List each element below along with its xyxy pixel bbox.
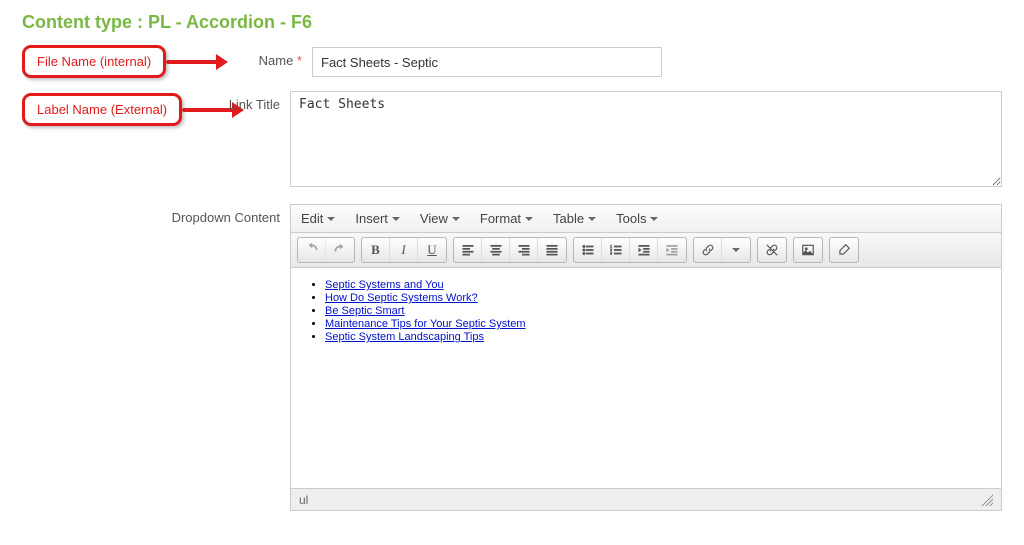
link-title-label: Link Title: [22, 91, 290, 112]
outdent-button[interactable]: [630, 238, 658, 262]
content-link[interactable]: Maintenance Tips for Your Septic System: [325, 318, 526, 330]
name-row: File Name (internal) Name *: [22, 47, 1002, 77]
caret-down-icon: [588, 217, 596, 221]
align-center-button[interactable]: [482, 238, 510, 262]
underline-button[interactable]: U: [418, 238, 446, 262]
content-link[interactable]: Septic Systems and You: [325, 279, 444, 291]
svg-text:3: 3: [610, 252, 612, 256]
redo-button[interactable]: [326, 238, 354, 262]
list-item: Septic Systems and You: [325, 279, 987, 291]
list-item: Septic System Landscaping Tips: [325, 331, 987, 343]
erase-format-button[interactable]: [830, 238, 858, 262]
align-right-button[interactable]: [510, 238, 538, 262]
menu-tools[interactable]: Tools: [616, 211, 658, 226]
content-link[interactable]: Septic System Landscaping Tips: [325, 331, 484, 343]
editor-content-area[interactable]: Septic Systems and You How Do Septic Sys…: [291, 268, 1001, 488]
list-item: How Do Septic Systems Work?: [325, 292, 987, 304]
name-input[interactable]: [312, 47, 662, 77]
menu-view[interactable]: View: [420, 211, 460, 226]
name-label: Name *: [22, 47, 312, 68]
required-marker: *: [297, 53, 302, 68]
link-title-textarea[interactable]: Fact Sheets: [290, 91, 1002, 187]
align-left-button[interactable]: [454, 238, 482, 262]
editor-toolbar: B I U 123: [291, 233, 1001, 268]
caret-down-icon: [327, 217, 335, 221]
link-button[interactable]: [694, 238, 722, 262]
content-link[interactable]: How Do Septic Systems Work?: [325, 292, 478, 304]
caret-down-icon: [650, 217, 658, 221]
menu-insert[interactable]: Insert: [355, 211, 400, 226]
editor-menubar: Edit Insert View Format Table Tools: [291, 205, 1001, 233]
italic-button[interactable]: I: [390, 238, 418, 262]
dropdown-content-row: Dropdown Content Edit Insert View Format…: [22, 204, 1002, 511]
bullet-list-button[interactable]: [574, 238, 602, 262]
list-item: Be Septic Smart: [325, 305, 987, 317]
unlink-button[interactable]: [758, 238, 786, 262]
bold-button[interactable]: B: [362, 238, 390, 262]
rich-text-editor: Edit Insert View Format Table Tools B I …: [290, 204, 1002, 511]
content-list: Septic Systems and You How Do Septic Sys…: [325, 279, 987, 343]
content-link[interactable]: Be Septic Smart: [325, 305, 404, 317]
link-title-row: Label Name (External) Link Title Fact Sh…: [22, 91, 1002, 190]
dropdown-content-label: Dropdown Content: [22, 204, 290, 225]
caret-down-icon: [732, 248, 740, 252]
editor-statusbar: ul: [291, 488, 1001, 510]
caret-down-icon: [392, 217, 400, 221]
menu-edit[interactable]: Edit: [301, 211, 335, 226]
indent-button[interactable]: [658, 238, 686, 262]
image-button[interactable]: [794, 238, 822, 262]
caret-down-icon: [525, 217, 533, 221]
caret-down-icon: [452, 217, 460, 221]
undo-button[interactable]: [298, 238, 326, 262]
status-path[interactable]: ul: [299, 493, 308, 507]
align-justify-button[interactable]: [538, 238, 566, 262]
content-type-heading: Content type : PL - Accordion - F6: [22, 12, 1002, 33]
list-item: Maintenance Tips for Your Septic System: [325, 318, 987, 330]
menu-format[interactable]: Format: [480, 211, 533, 226]
menu-table[interactable]: Table: [553, 211, 596, 226]
link-dropdown-button[interactable]: [722, 238, 750, 262]
number-list-button[interactable]: 123: [602, 238, 630, 262]
resize-grip-icon[interactable]: [981, 494, 993, 506]
